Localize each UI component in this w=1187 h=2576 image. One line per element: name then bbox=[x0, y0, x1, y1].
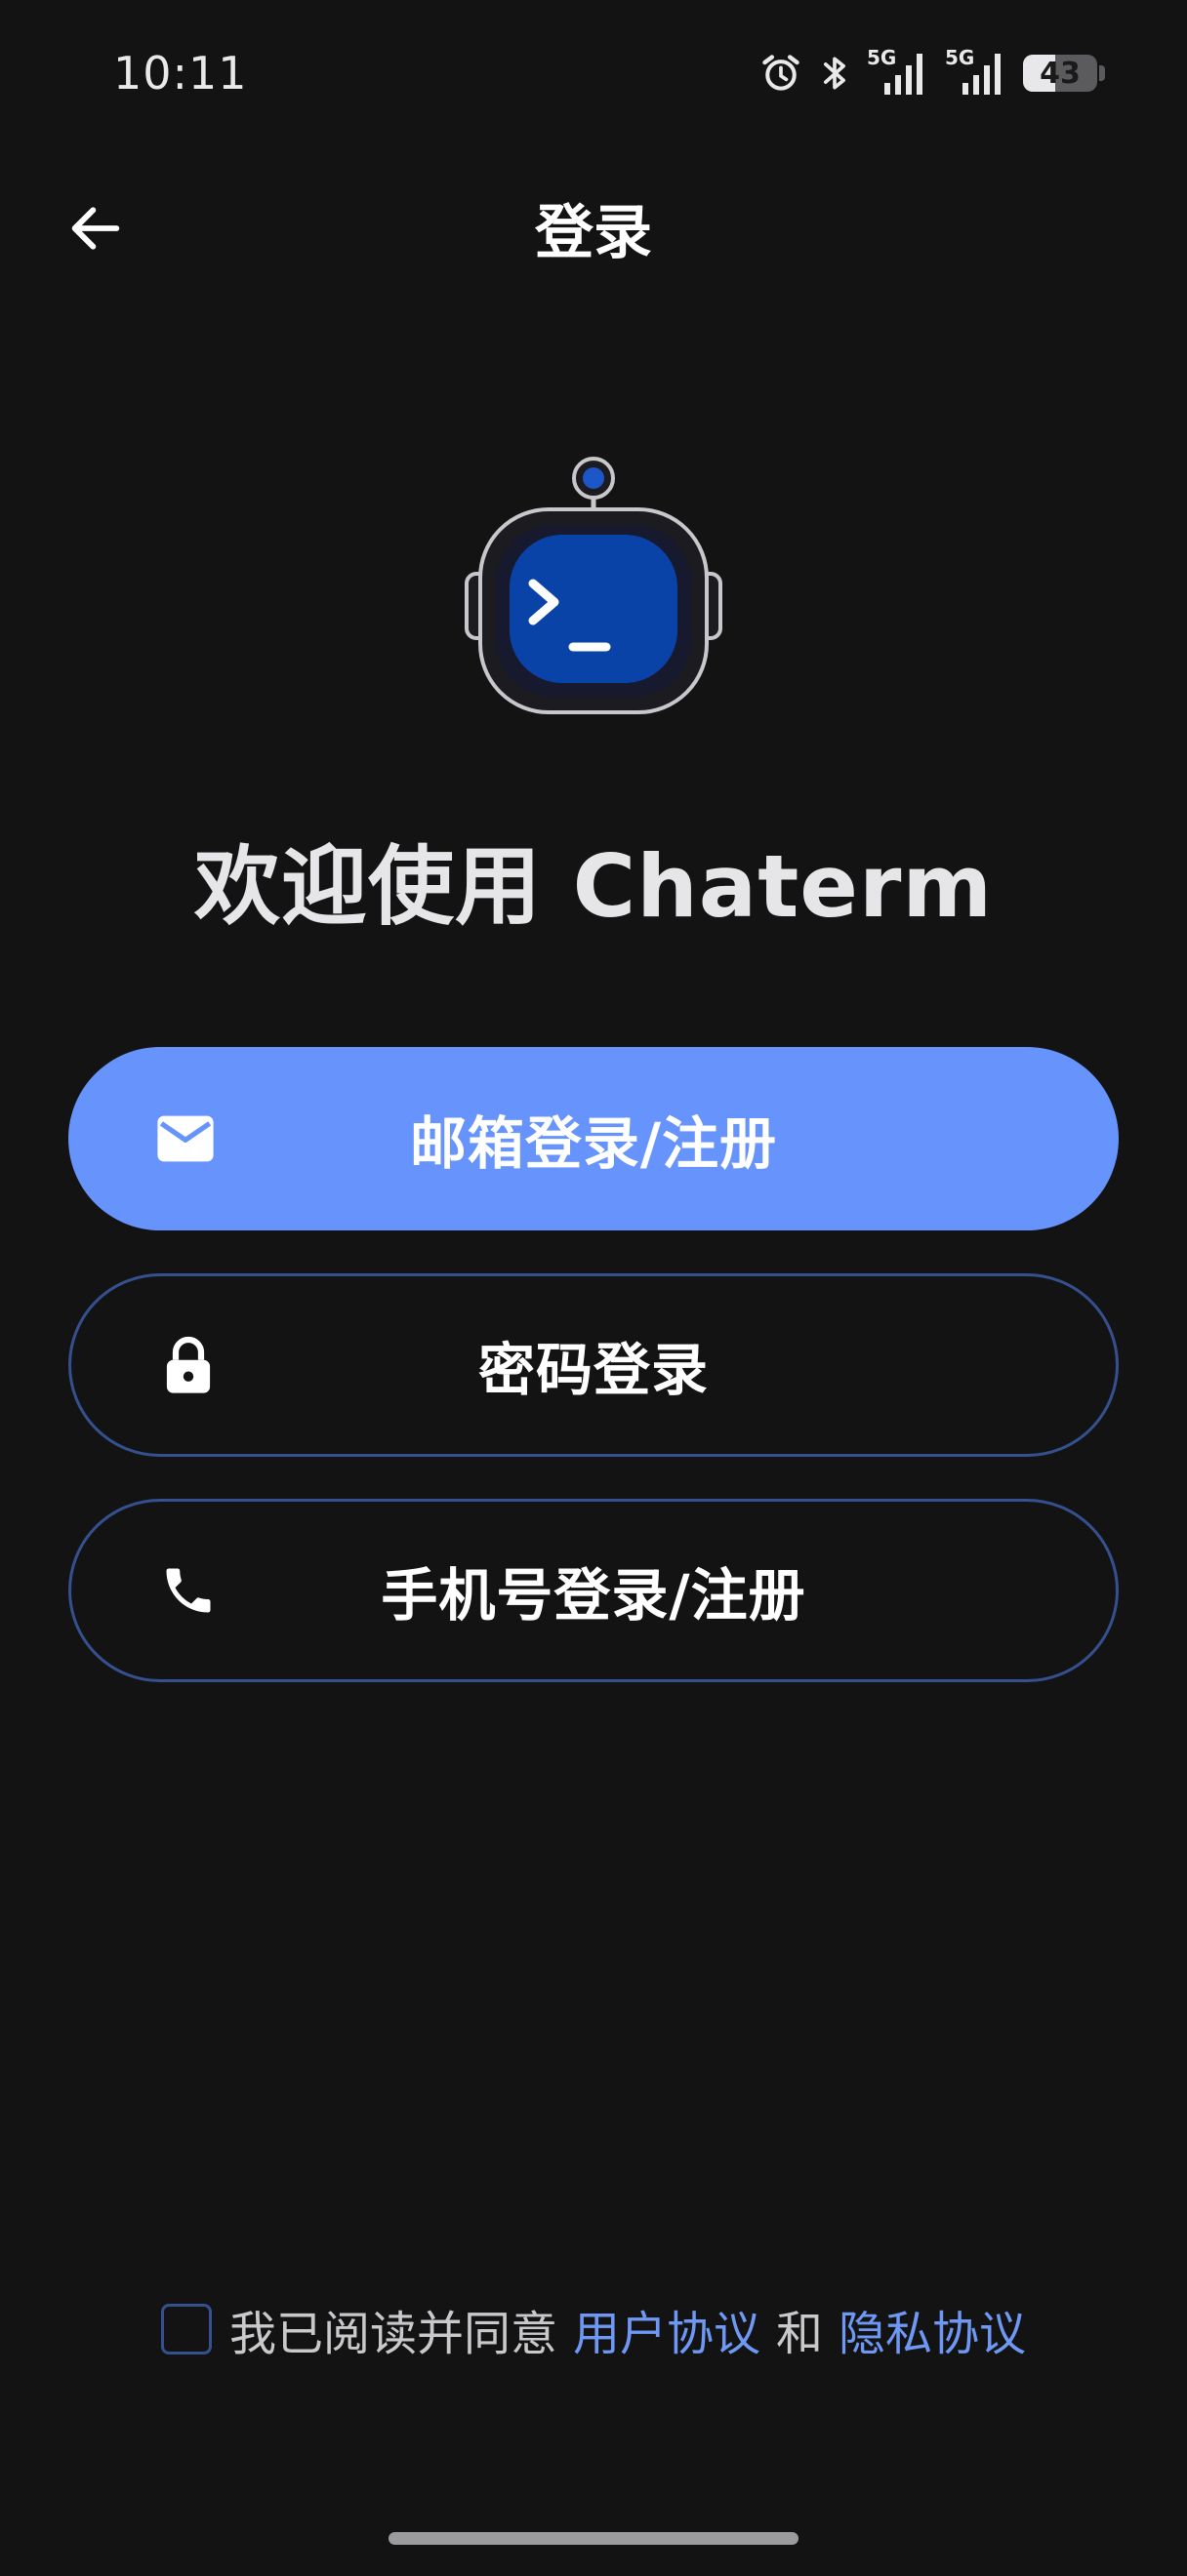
agreement-row: 我已阅读并同意 用户协议 和 隐私协议 bbox=[0, 2295, 1187, 2363]
agreement-checkbox[interactable] bbox=[160, 2304, 212, 2355]
chaterm-logo bbox=[463, 449, 724, 714]
agreement-conjunction: 和 bbox=[776, 2307, 824, 2361]
robot-terminal-logo-icon bbox=[465, 457, 722, 714]
mail-icon bbox=[154, 1107, 217, 1170]
phone-login-label: 手机号登录/注册 bbox=[381, 1562, 806, 1629]
page-title: 登录 bbox=[535, 199, 652, 267]
phone-login-button[interactable]: 手机号登录/注册 bbox=[68, 1499, 1119, 1682]
phone-icon bbox=[157, 1559, 220, 1622]
signal-5g-icon: 5G bbox=[945, 46, 1005, 97]
alarm-icon bbox=[759, 52, 802, 95]
bluetooth-icon bbox=[820, 52, 849, 95]
signal-5g-icon: 5G bbox=[867, 46, 927, 97]
lock-icon bbox=[157, 1334, 220, 1396]
email-login-label: 邮箱登录/注册 bbox=[409, 1110, 778, 1177]
status-bar: 10:11 5G 5G 43 bbox=[0, 0, 1187, 146]
battery-icon: 43 bbox=[1023, 55, 1097, 92]
email-login-button[interactable]: 邮箱登录/注册 bbox=[68, 1047, 1119, 1230]
status-time: 10:11 bbox=[113, 47, 248, 100]
battery-level: 43 bbox=[1040, 56, 1081, 91]
user-agreement-link[interactable]: 用户协议 bbox=[573, 2295, 760, 2363]
password-login-label: 密码登录 bbox=[477, 1337, 709, 1403]
agreement-prefix: 我已阅读并同意 bbox=[228, 2307, 557, 2361]
battery-nub bbox=[1099, 65, 1105, 81]
welcome-text: 欢迎使用 Chaterm bbox=[193, 836, 994, 937]
privacy-policy-link[interactable]: 隐私协议 bbox=[839, 2295, 1026, 2363]
status-icons: 5G 5G 43 bbox=[759, 46, 1105, 98]
home-indicator[interactable] bbox=[389, 2532, 798, 2545]
password-login-button[interactable]: 密码登录 bbox=[68, 1273, 1119, 1457]
